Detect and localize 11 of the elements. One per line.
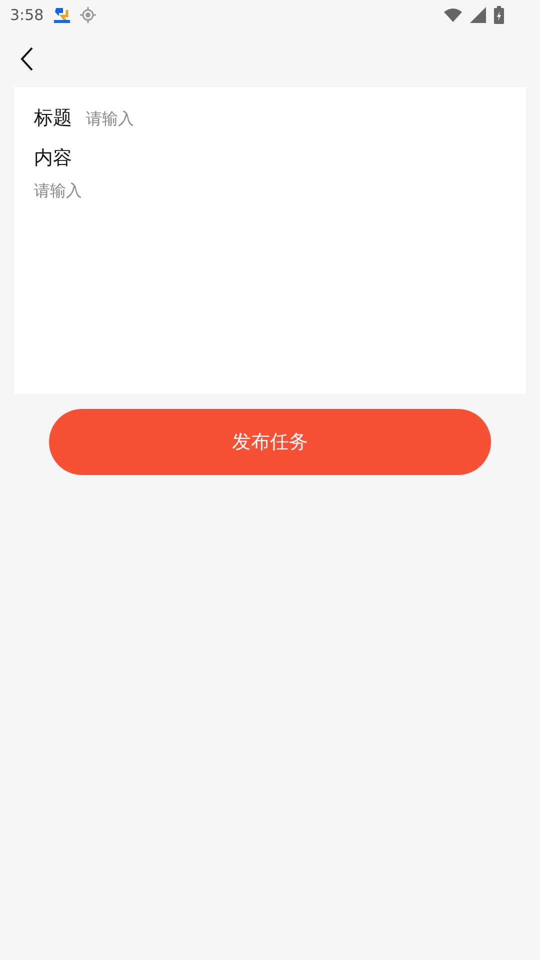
battery-icon <box>494 6 504 24</box>
status-time: 3:58 <box>10 6 44 24</box>
back-icon[interactable] <box>19 46 35 72</box>
signal-icon <box>470 7 486 23</box>
app-notification-icon <box>52 5 72 25</box>
title-label: 标题 <box>34 106 72 131</box>
content-label: 内容 <box>34 146 72 171</box>
location-icon <box>80 7 96 23</box>
wifi-icon <box>444 8 462 22</box>
title-input[interactable]: 请输入 <box>86 108 506 128</box>
form-card[interactable]: 标题 请输入 内容 请输入 <box>14 87 526 394</box>
